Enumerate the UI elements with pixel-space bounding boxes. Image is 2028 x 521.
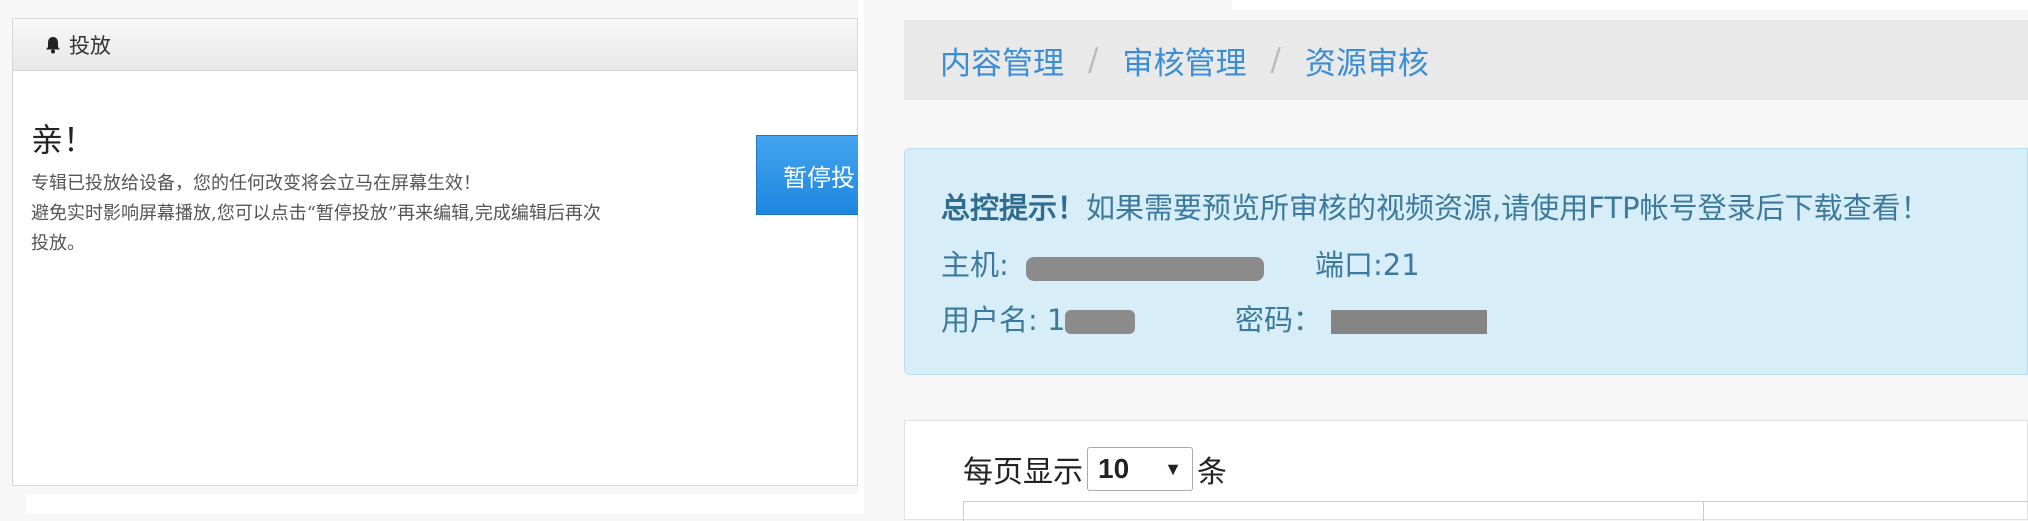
breadcrumb-separator: / bbox=[1270, 42, 1281, 78]
ftp-port: 端口:21 bbox=[1315, 248, 1420, 282]
publish-card-title: 投放 bbox=[69, 33, 111, 58]
ftp-user: 用户名: 1 bbox=[941, 297, 1136, 339]
ftp-user-partial: 1 bbox=[1047, 303, 1066, 337]
ftp-user-label: 用户名: bbox=[941, 303, 1038, 337]
page-size-prefix: 每页显示 bbox=[963, 455, 1083, 490]
breadcrumb-content-management[interactable]: 内容管理 bbox=[940, 38, 1064, 83]
page-size-control: 每页显示 10 ▼ 条 bbox=[963, 447, 1227, 491]
ftp-host-label: 主机: bbox=[941, 248, 1009, 282]
top-strip bbox=[1232, 0, 2028, 10]
publish-card: 投放 亲！ 专辑已投放给设备，您的任何改变将会立马在屏幕生效！ 避免实时影响屏幕… bbox=[12, 18, 858, 486]
breadcrumb-resource-review[interactable]: 资源审核 bbox=[1305, 38, 1429, 83]
ftp-host-redacted bbox=[1018, 250, 1264, 284]
ftp-notice-line: 总控提示！如果需要预览所审核的视频资源,请使用FTP帐号登录后下载查看！ bbox=[941, 185, 1930, 227]
breadcrumb-separator: / bbox=[1088, 42, 1099, 78]
ftp-notice-title: 总控提示！ bbox=[941, 191, 1087, 225]
breadcrumb: 内容管理 / 审核管理 / 资源审核 bbox=[904, 20, 2028, 100]
page-size-suffix: 条 bbox=[1197, 455, 1227, 490]
ftp-host: 主机: bbox=[941, 242, 1264, 284]
publish-card-header: 投放 bbox=[13, 19, 857, 71]
page-size-select[interactable]: 10 ▼ bbox=[1087, 447, 1193, 491]
page-size-value: 10 bbox=[1098, 453, 1130, 484]
table-column-border bbox=[963, 501, 964, 521]
table-header-border bbox=[963, 501, 2028, 502]
greeting-text: 亲！ bbox=[31, 121, 96, 159]
table-column-border bbox=[1703, 501, 1704, 521]
bell-icon bbox=[43, 35, 63, 55]
resource-table-card: 每页显示 10 ▼ 条 bbox=[904, 420, 2028, 521]
ftp-password-redacted bbox=[1331, 310, 1488, 334]
notice-line: 避免实时影响屏幕播放,您可以点击“暂停投放”再来编辑,完成编辑后再次 bbox=[31, 203, 601, 224]
ftp-password: 密码： bbox=[1235, 297, 1488, 339]
ftp-password-label: 密码： bbox=[1235, 303, 1323, 337]
left-panel: 投放 亲！ 专辑已投放给设备，您的任何改变将会立马在屏幕生效！ 避免实时影响屏幕… bbox=[0, 0, 866, 514]
ftp-user-redacted bbox=[1065, 310, 1136, 334]
right-panel: 内容管理 / 审核管理 / 资源审核 总控提示！如果需要预览所审核的视频资源,请… bbox=[864, 0, 2028, 521]
ftp-notice-message: 如果需要预览所审核的视频资源,请使用FTP帐号登录后下载查看！ bbox=[1086, 191, 1930, 225]
publish-notice: 专辑已投放给设备，您的任何改变将会立马在屏幕生效！ 避免实时影响屏幕播放,您可以… bbox=[31, 169, 731, 259]
ftp-info-alert: 总控提示！如果需要预览所审核的视频资源,请使用FTP帐号登录后下载查看！ 主机:… bbox=[904, 148, 2028, 375]
pause-publish-button[interactable]: 暂停投 bbox=[756, 135, 866, 215]
left-bottom-strip bbox=[26, 494, 860, 514]
breadcrumb-review-management[interactable]: 审核管理 bbox=[1122, 38, 1246, 83]
notice-line: 专辑已投放给设备，您的任何改变将会立马在屏幕生效！ bbox=[31, 173, 481, 194]
notice-line: 投放。 bbox=[31, 233, 85, 254]
dropdown-arrow-icon: ▼ bbox=[1164, 458, 1182, 479]
